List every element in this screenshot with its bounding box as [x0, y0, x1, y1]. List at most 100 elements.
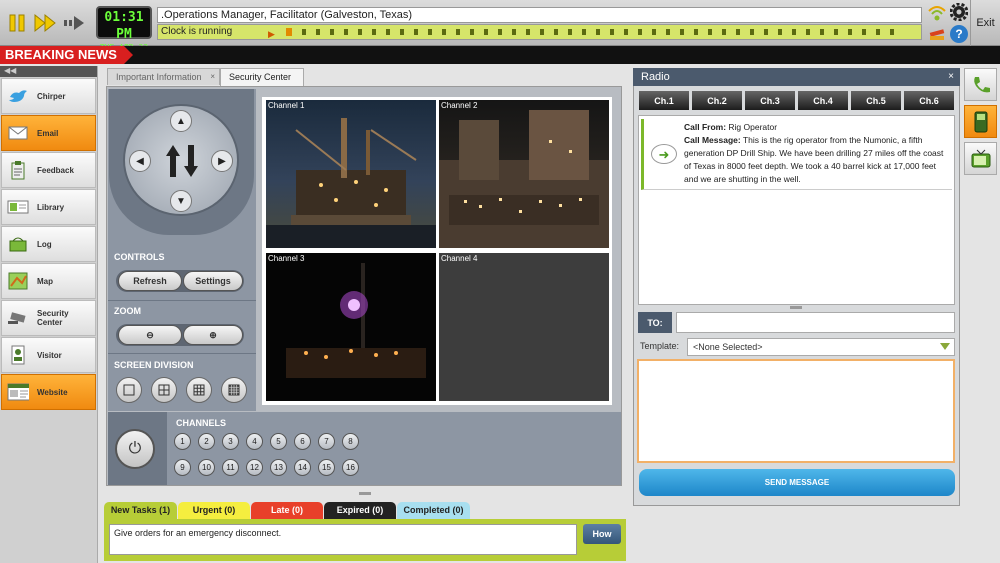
channel-button-12[interactable]: 12 — [246, 459, 263, 476]
to-field[interactable] — [676, 312, 955, 333]
nine-view-icon — [193, 384, 205, 396]
channel-button-15[interactable]: 15 — [318, 459, 335, 476]
fast-forward-button[interactable] — [32, 9, 58, 37]
camera-feed-1[interactable]: Channel 1 — [266, 100, 436, 248]
refresh-button[interactable]: Refresh — [118, 271, 182, 291]
power-icon: ⏻ — [128, 440, 142, 457]
pan-left-button[interactable]: ◀ — [129, 150, 151, 172]
sidebar-item-visitor[interactable]: Visitor — [1, 337, 96, 373]
sidebar-item-library[interactable]: Library — [1, 189, 96, 225]
timeline-tick — [498, 29, 502, 35]
task-tab-late[interactable]: Late (0) — [251, 502, 323, 520]
task-tab-completed[interactable]: Completed (0) — [397, 502, 470, 520]
timeline-tick — [708, 29, 712, 35]
channel-button-7[interactable]: 7 — [318, 433, 335, 450]
settings-button[interactable] — [949, 2, 969, 22]
skip-forward-button[interactable] — [62, 9, 88, 37]
sidebar-item-security-center[interactable]: Security Center — [1, 300, 96, 336]
channel-button-2[interactable]: 2 — [198, 433, 215, 450]
channel-button-1[interactable]: 1 — [174, 433, 191, 450]
channel-name: Channel 1 — [268, 101, 305, 110]
resize-grip[interactable] — [359, 492, 371, 495]
task-tab-new[interactable]: New Tasks (1) — [104, 502, 177, 520]
arrow-down-icon: ▼ — [176, 195, 186, 207]
radio-channel-4[interactable]: Ch.4 — [798, 91, 848, 110]
radio-close-icon[interactable]: × — [948, 68, 954, 86]
channel-button-10[interactable]: 10 — [198, 459, 215, 476]
tv-icon — [971, 149, 990, 167]
play-marker-icon: ▶ — [268, 29, 275, 39]
sidebar-item-log[interactable]: Log — [1, 226, 96, 262]
timeline-tick — [862, 29, 866, 35]
zoom-label: ZOOM — [114, 306, 141, 316]
task-tab-urgent[interactable]: Urgent (0) — [178, 502, 250, 520]
books-button[interactable] — [927, 25, 947, 43]
timeline-tick — [624, 29, 628, 35]
radio-channel-3[interactable]: Ch.3 — [745, 91, 795, 110]
signal-button[interactable] — [927, 3, 947, 23]
timeline-tick — [890, 29, 894, 35]
channel-button-9[interactable]: 9 — [174, 459, 191, 476]
channel-button-13[interactable]: 13 — [270, 459, 287, 476]
envelope-icon — [7, 123, 29, 143]
channel-button-5[interactable]: 5 — [270, 433, 287, 450]
message-input[interactable] — [637, 359, 955, 463]
zoom-out-button[interactable]: ⊖ — [118, 325, 182, 345]
division-16-button[interactable] — [221, 377, 247, 403]
division-9-button[interactable] — [186, 377, 212, 403]
help-button[interactable]: ? — [950, 25, 968, 43]
exit-button[interactable]: Exit — [970, 0, 1000, 46]
tab-important-information[interactable]: Important Information × — [107, 68, 220, 85]
pan-right-button[interactable]: ▶ — [211, 150, 233, 172]
radio-channel-1[interactable]: Ch.1 — [639, 91, 689, 110]
pause-button[interactable] — [4, 9, 30, 37]
timeline-tick — [372, 29, 376, 35]
task-tab-expired[interactable]: Expired (0) — [324, 502, 396, 520]
pan-down-button[interactable]: ▼ — [170, 190, 192, 212]
camera-feed-3[interactable]: Channel 3 — [266, 253, 436, 401]
division-4-button[interactable] — [151, 377, 177, 403]
chevron-down-icon — [940, 343, 950, 350]
sidebar-collapse-button[interactable]: ◀◀ — [0, 66, 97, 77]
controls-label: CONTROLS — [114, 252, 165, 262]
channel-button-14[interactable]: 14 — [294, 459, 311, 476]
radio-channel-5[interactable]: Ch.5 — [851, 91, 901, 110]
zoom-in-button[interactable]: ⊕ — [183, 325, 243, 345]
mobile-phone-icon — [974, 111, 987, 132]
channel-button-16[interactable]: 16 — [342, 459, 359, 476]
how-button[interactable]: How — [583, 524, 621, 544]
channel-button-6[interactable]: 6 — [294, 433, 311, 450]
sidebar-item-website[interactable]: Website — [1, 374, 96, 410]
sidebar-item-email[interactable]: Email — [1, 115, 96, 151]
dock-tv-button[interactable] — [964, 142, 997, 175]
dock-mobile-button[interactable] — [964, 105, 997, 138]
send-message-button[interactable]: SEND MESSAGE — [639, 469, 955, 496]
pan-up-button[interactable]: ▲ — [170, 110, 192, 132]
sidebar-item-map[interactable]: Map — [1, 263, 96, 299]
sixteen-view-icon — [228, 384, 240, 396]
channel-button-4[interactable]: 4 — [246, 433, 263, 450]
radio-channel-2[interactable]: Ch.2 — [692, 91, 742, 110]
channel-button-11[interactable]: 11 — [222, 459, 239, 476]
call-entry[interactable]: ➜ Call From: Rig Operator Call Message: … — [641, 119, 952, 190]
timeline-tick — [484, 29, 488, 35]
radio-resize-grip[interactable] — [790, 306, 802, 309]
power-button[interactable]: ⏻ — [115, 429, 155, 469]
center-move-icon[interactable] — [163, 142, 201, 180]
timeline-tick — [358, 29, 362, 35]
radio-channel-6[interactable]: Ch.6 — [904, 91, 954, 110]
division-1-button[interactable] — [116, 377, 142, 403]
channel-button-3[interactable]: 3 — [222, 433, 239, 450]
settings-camera-button[interactable]: Settings — [183, 271, 243, 291]
tab-security-center[interactable]: Security Center — [220, 68, 304, 86]
dock-phone-button[interactable] — [964, 68, 997, 101]
timeline-tick — [442, 29, 446, 35]
sidebar-item-chirper[interactable]: Chirper — [1, 78, 96, 114]
sidebar-item-feedback[interactable]: Feedback — [1, 152, 96, 188]
camera-feed-4[interactable]: Channel 4 — [439, 253, 609, 401]
template-select[interactable]: <None Selected> — [687, 338, 955, 356]
radio-header: Radio × — [633, 68, 960, 86]
camera-feed-2[interactable]: Channel 2 — [439, 100, 609, 248]
tab-close-icon[interactable]: × — [210, 69, 215, 85]
channel-button-8[interactable]: 8 — [342, 433, 359, 450]
